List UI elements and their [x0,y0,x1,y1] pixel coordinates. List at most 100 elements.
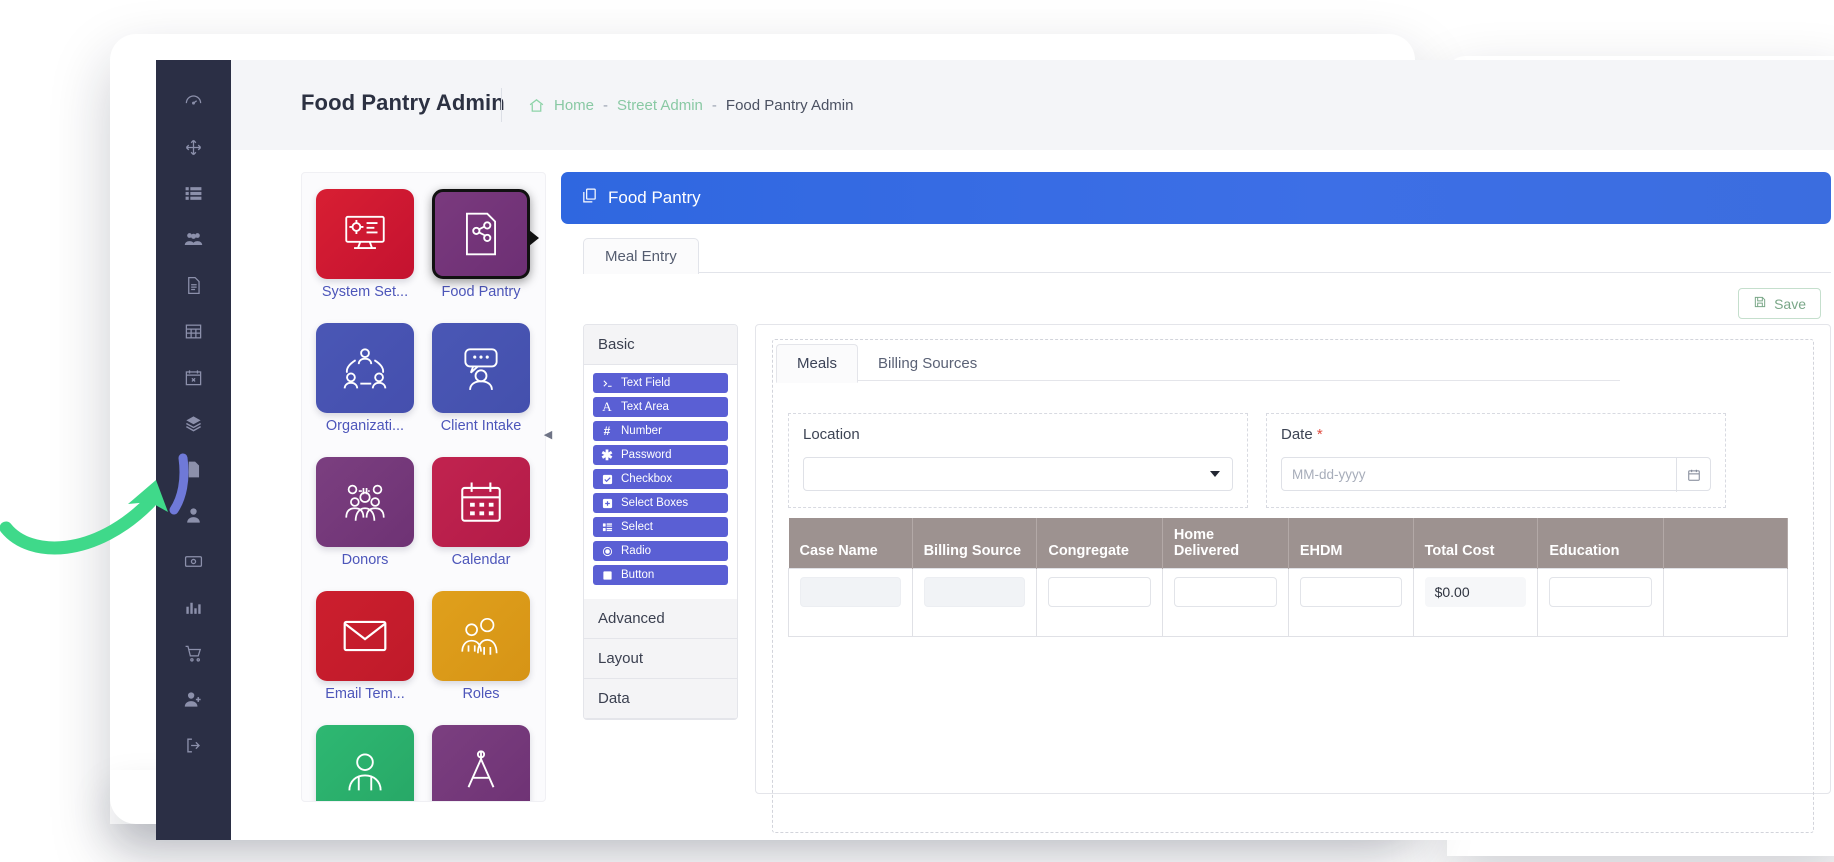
application-root: Food Pantry Admin Home - Street Admin - … [156,60,1834,840]
meals-table-body: $0.00 [789,569,1788,637]
field-date[interactable]: Date * MM-dd-yyyy [1266,413,1726,508]
app-tile-donors[interactable]: Donors [316,457,414,569]
palette-item-label: Text Field [621,377,670,389]
square-icon [601,569,613,581]
sidebar-item-file[interactable] [156,446,231,492]
save-button[interactable]: Save [1738,288,1821,319]
sidebar-item-list[interactable] [156,170,231,216]
app-tile-grid: System Set... Food Pantry Organizati... Cli… [316,189,531,802]
radio-circle-icon [601,545,613,557]
app-tile-label: Food Pantry [432,285,530,301]
compass-draft-icon [432,725,530,802]
app-tile-roles[interactable]: Roles [432,591,530,703]
palette-item-checkbox[interactable]: Checkbox [593,469,728,489]
table-cell [1162,569,1288,637]
app-tile-extra8[interactable] [316,725,414,802]
meals-table-head: Case NameBilling SourceCongregateHome De… [789,518,1788,569]
palette-item-label: Select Boxes [621,497,688,509]
field-label-location: Location [803,426,1233,443]
app-tile-emailtem[interactable]: Email Tem... [316,591,414,703]
sidebar-item-table[interactable] [156,308,231,354]
app-tile-foodpantry[interactable]: Food Pantry [432,189,530,301]
org-network-icon [316,323,414,413]
cell-input-billing-source[interactable] [924,577,1026,607]
location-select[interactable] [803,457,1233,491]
sidebar-item-billing[interactable] [156,538,231,584]
palette-item-label: Checkbox [621,473,672,485]
breadcrumb-item-current: Food Pantry Admin [726,97,854,114]
app-tile-label: System Set... [316,285,414,301]
sidebar-item-cart[interactable] [156,630,231,676]
sidebar-item-users[interactable] [156,216,231,262]
terminal-icon [601,377,613,389]
palette-item-password[interactable]: ✱Password [593,445,728,465]
sidebar-item-dashboard[interactable] [156,78,231,124]
form-builder: Basic Text Field AText Area #Number ✱Passwor… [583,324,1831,812]
palette-item-button[interactable]: Button [593,565,728,585]
breadcrumb-item-street-admin[interactable]: Street Admin [617,97,703,114]
sidebar-item-move[interactable] [156,124,231,170]
app-tile-extra9[interactable] [432,725,530,802]
app-tile-organizati[interactable]: Organizati... [316,323,414,435]
form-field-row: Location Date * MM-dd-yyyy [788,413,1788,505]
app-tile-label: Roles [432,687,530,703]
cell-input-education[interactable] [1549,577,1652,607]
palette-item-number[interactable]: #Number [593,421,728,441]
home-icon[interactable] [528,97,545,114]
palette-item-label: Button [621,569,654,581]
table-cell: $0.00 [1413,569,1538,637]
cell-input-congregate[interactable] [1048,577,1150,607]
sidebar-item-user[interactable] [156,492,231,538]
main-content: System Set... Food Pantry Organizati... Cli… [231,150,1834,840]
app-tile-calendar[interactable]: Calendar [432,457,530,569]
palette-item-select-boxes[interactable]: Select Boxes [593,493,728,513]
calendar-icon [432,457,530,547]
sidebar-item-logout[interactable] [156,722,231,768]
app-tile-systemset[interactable]: System Set... [316,189,414,301]
sidebar-item-document[interactable] [156,262,231,308]
checkbox-icon [601,473,613,485]
palette-group-advanced[interactable]: Advanced [584,599,737,639]
breadcrumb: Home - Street Admin - Food Pantry Admin [501,88,853,122]
palette-group-basic[interactable]: Basic [584,325,737,365]
app-tile-label: Email Tem... [316,687,414,703]
breadcrumb-item-home[interactable]: Home [554,97,594,114]
sidebar-item-reports[interactable] [156,584,231,630]
save-button-label: Save [1774,296,1806,312]
sidebar-item-layers[interactable] [156,400,231,446]
table-cell [1288,569,1413,637]
palette-group-layout[interactable]: Layout [584,639,737,679]
cell-input-ehdm[interactable] [1300,577,1402,607]
table-column-header: EHDM [1288,518,1413,569]
field-location[interactable]: Location [788,413,1248,508]
palette-item-radio[interactable]: Radio [593,541,728,561]
date-input[interactable]: MM-dd-yyyy [1281,457,1711,491]
app-tile-label: Organizati... [316,419,414,435]
table-column-header: Home Delivered [1162,518,1288,569]
sidebar-item-add-user[interactable] [156,676,231,722]
tab-billing-sources[interactable]: Billing Sources [858,345,997,382]
cell-input-case-name[interactable] [800,577,901,607]
sidebar-item-calendar-x[interactable] [156,354,231,400]
tab-meals[interactable]: Meals [776,344,858,383]
panel-collapse-handle[interactable]: ◀ [541,425,555,443]
list-select-icon [601,521,613,533]
table-header-row: Case NameBilling SourceCongregateHome De… [789,518,1788,569]
calendar-icon[interactable] [1676,458,1710,492]
app-tile-clientintake[interactable]: Client Intake [432,323,530,435]
palette-group-data[interactable]: Data [584,679,737,719]
table-column-header: Case Name [789,518,913,569]
palette-item-text-field[interactable]: Text Field [593,373,728,393]
palette-group-body: Text Field AText Area #Number ✱Password Chec… [584,365,737,599]
table-column-header [1664,518,1788,569]
palette-item-select[interactable]: Select [593,517,728,537]
plus-square-icon [601,497,613,509]
module-tabs: Meal Entry [583,237,1831,273]
palette-item-text-area[interactable]: AText Area [593,397,728,417]
required-indicator: * [1313,426,1323,443]
builder-canvas: MealsBilling Sources Location Date * [755,324,1831,794]
palette-item-label: Text Area [621,401,669,413]
tab-meal-entry[interactable]: Meal Entry [583,238,699,274]
breadcrumb-separator: - [603,97,608,114]
cell-input-home-delivered[interactable] [1174,577,1277,607]
